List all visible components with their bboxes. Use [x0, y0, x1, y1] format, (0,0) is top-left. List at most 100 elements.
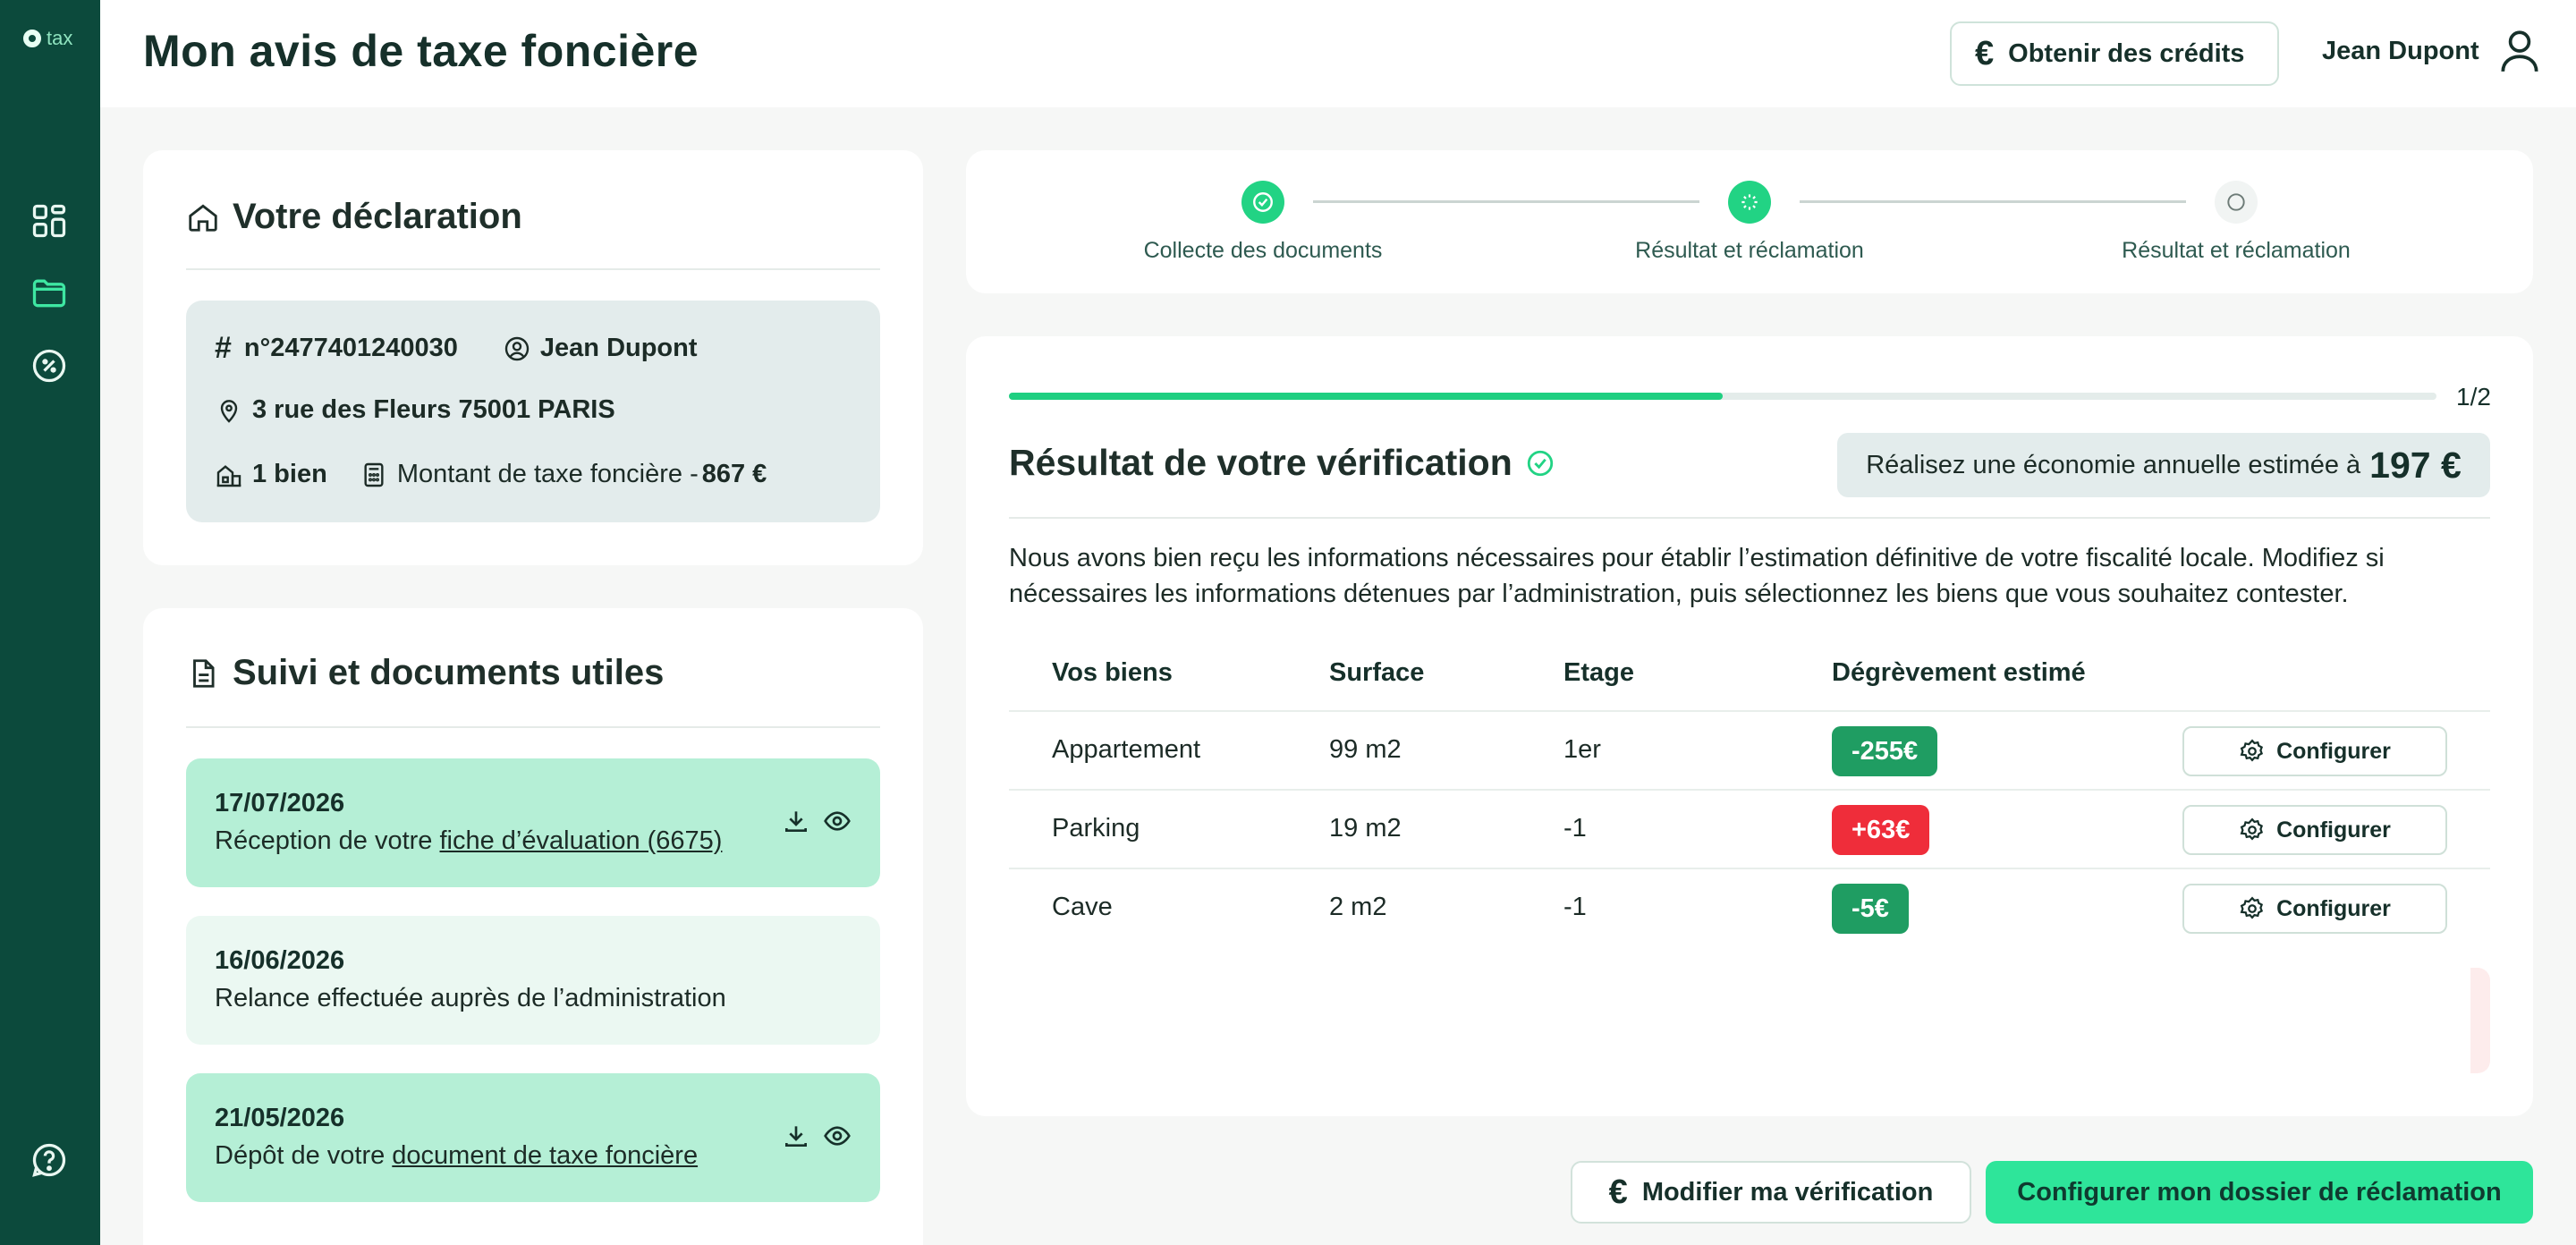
- step-resultat[interactable]: Résultat et réclamation: [1606, 181, 1893, 264]
- user-circle-icon: [504, 336, 530, 360]
- column-header-surface: Surface: [1329, 658, 1425, 687]
- step-done-indicator: [1241, 181, 1284, 224]
- column-header-etage: Etage: [1563, 658, 1634, 687]
- divider: [186, 268, 880, 270]
- eye-icon[interactable]: [823, 1122, 852, 1150]
- user-name: Jean Dupont: [2322, 36, 2479, 65]
- tax-label: Montant de taxe foncière -: [396, 460, 699, 488]
- euro-icon: €: [1608, 1173, 1628, 1211]
- tax-amount: 867 €: [701, 460, 767, 488]
- location-icon: [220, 399, 238, 423]
- user-icon: [2501, 30, 2538, 72]
- configure-claim-button[interactable]: Configurer mon dossier de réclamation: [1986, 1161, 2533, 1224]
- download-icon[interactable]: [782, 1122, 810, 1150]
- get-credits-button[interactable]: € Obtenir des crédits: [1950, 21, 2279, 86]
- configure-label: Configurer: [2276, 817, 2391, 843]
- cell-bien: Parking: [1052, 814, 1140, 843]
- gear-icon: [2240, 817, 2264, 841]
- logo-text: tax: [47, 27, 73, 49]
- document-text-prefix: Dépôt de votre: [215, 1141, 393, 1170]
- dashboard-icon[interactable]: [29, 200, 70, 241]
- step-collecte[interactable]: Collecte des documents: [1120, 181, 1406, 264]
- declaration-id-row: # n°2477401240030 Jean Dupont: [215, 331, 698, 366]
- download-icon[interactable]: [782, 807, 810, 835]
- document-date: 16/06/2026: [215, 946, 345, 975]
- check-circle-icon: [1527, 450, 1553, 476]
- cell-bien: Cave: [1052, 893, 1113, 921]
- property-count: 1 bien: [252, 460, 327, 488]
- declaration-card: Votre déclaration # n°2477401240030 Jean…: [143, 150, 923, 565]
- table-row: Cave 2 m2 -1 -5€ Configurer: [1009, 868, 2490, 946]
- hash-icon: #: [215, 331, 232, 365]
- building-icon: [216, 464, 242, 487]
- sidebar: tax: [0, 0, 100, 1245]
- page-title: Mon avis de taxe foncière: [143, 26, 699, 76]
- declaration-title-text: Votre déclaration: [233, 197, 522, 236]
- loader-icon: [1741, 194, 1758, 210]
- app-logo[interactable]: tax: [23, 27, 72, 50]
- divider: [186, 726, 880, 728]
- table-row: Appartement 99 m2 1er -255€ Configurer: [1009, 710, 2490, 789]
- savings-amount: 197 €: [2369, 444, 2462, 486]
- top-bar: Mon avis de taxe foncière € Obtenir des …: [100, 0, 2576, 107]
- modify-verification-button[interactable]: € Modifier ma vérification: [1571, 1161, 1971, 1224]
- get-credits-label: Obtenir des crédits: [2008, 38, 2245, 68]
- document-item: 21/05/2026 Dépôt de votre document de ta…: [186, 1073, 880, 1202]
- modify-verification-label: Modifier ma vérification: [1641, 1177, 1934, 1207]
- eye-icon[interactable]: [823, 807, 852, 835]
- home-icon: [189, 204, 217, 232]
- progress-fill: [1009, 393, 1723, 400]
- step-label: Résultat et réclamation: [2122, 238, 2351, 263]
- folder-icon[interactable]: [29, 272, 70, 313]
- configure-label: Configurer: [2276, 738, 2391, 764]
- calculator-icon: [364, 462, 384, 487]
- savings-banner: Réalisez une économie annuelle estimée à…: [1837, 433, 2490, 497]
- document-link[interactable]: document de taxe foncière: [392, 1141, 698, 1170]
- check-icon: [1253, 192, 1273, 212]
- configure-button[interactable]: Configurer: [2182, 805, 2447, 855]
- circle-icon: [2227, 193, 2245, 211]
- document-date: 17/07/2026: [215, 789, 345, 817]
- step-label: Résultat et réclamation: [1635, 238, 1864, 263]
- document-link[interactable]: fiche d’évaluation (6675): [439, 826, 722, 855]
- declaration-tax-row: 1 bien Montant de taxe foncière - 867 €: [215, 460, 767, 489]
- document-text-prefix: Réception de votre: [215, 826, 440, 855]
- cell-surface: 99 m2: [1329, 735, 1402, 764]
- cell-bien: Appartement: [1052, 735, 1201, 764]
- column-header-biens: Vos biens: [1052, 658, 1173, 687]
- declaration-number: n°2477401240030: [243, 334, 458, 362]
- cell-etage: 1er: [1563, 735, 1601, 764]
- configure-label: Configurer: [2276, 895, 2391, 921]
- document-icon: [193, 658, 215, 688]
- documents-title: Suivi et documents utiles: [186, 653, 664, 693]
- divider: [1009, 517, 2490, 519]
- step-todo-indicator: [2215, 181, 2258, 224]
- progress-bar: [1009, 393, 2436, 400]
- help-icon[interactable]: [29, 1139, 70, 1181]
- document-item: 17/07/2026 Réception de votre fiche d’év…: [186, 758, 880, 887]
- savings-label: Réalisez une économie annuelle estimée à: [1866, 450, 2361, 479]
- configure-button[interactable]: Configurer: [2182, 726, 2447, 776]
- declaration-summary: # n°2477401240030 Jean Dupont 3 rue des …: [186, 301, 880, 522]
- cell-etage: -1: [1563, 893, 1587, 921]
- declaration-address-row: 3 rue des Fleurs 75001 PARIS: [215, 395, 615, 425]
- step-label: Collecte des documents: [1143, 238, 1383, 263]
- gear-icon: [2240, 739, 2264, 762]
- documents-card: Suivi et documents utiles 17/07/2026 Réc…: [143, 608, 923, 1245]
- gear-icon: [2240, 896, 2264, 919]
- result-title-text: Résultat de votre vérification: [1009, 442, 1513, 483]
- declaration-owner: Jean Dupont: [539, 334, 698, 362]
- configure-button[interactable]: Configurer: [2182, 884, 2447, 934]
- cell-surface: 19 m2: [1329, 814, 1402, 843]
- step-reclamation[interactable]: Résultat et réclamation: [2093, 181, 2379, 264]
- document-text: Dépôt de votre document de taxe foncière: [215, 1141, 698, 1171]
- result-description: Nous avons bien reçu les informations né…: [1009, 544, 2385, 608]
- user-menu[interactable]: Jean Dupont: [2322, 27, 2542, 75]
- document-item: 16/06/2026 Relance effectuée auprès de l…: [186, 916, 880, 1045]
- table-row: Parking 19 m2 -1 +63€ Configurer: [1009, 789, 2490, 868]
- discount-badge-icon[interactable]: [29, 345, 70, 386]
- cell-surface: 2 m2: [1329, 893, 1387, 921]
- degrevement-badge: -255€: [1832, 726, 1938, 776]
- document-text: Relance effectuée auprès de l’administra…: [215, 984, 726, 1012]
- degrevement-badge: +63€: [1832, 805, 1930, 855]
